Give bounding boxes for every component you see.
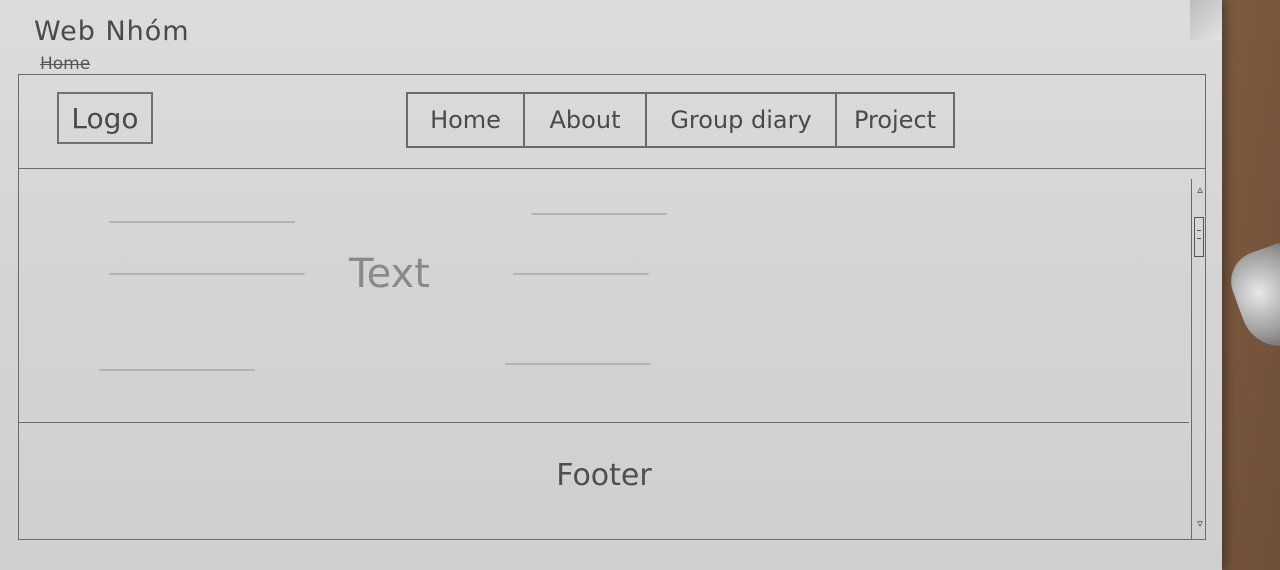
nav-about[interactable]: About <box>525 94 647 146</box>
scroll-up-arrow-icon[interactable]: ▵ <box>1193 181 1207 197</box>
placeholder-text-line <box>109 273 305 275</box>
browser-frame: Logo Home About Group diary Project Text… <box>18 74 1206 540</box>
scroll-down-arrow-icon[interactable]: ▿ <box>1193 515 1207 531</box>
placeholder-text-line <box>505 363 651 365</box>
nav-project[interactable]: Project <box>837 94 953 146</box>
placeholder-text-line <box>531 213 667 215</box>
paper-corner <box>1190 0 1222 40</box>
site-title: Web Nhóm <box>34 16 190 47</box>
logo[interactable]: Logo <box>57 92 153 144</box>
scroll-thumb[interactable] <box>1194 217 1204 257</box>
placeholder-text-line <box>513 273 649 275</box>
site-footer: Footer <box>19 423 1189 539</box>
nav-home[interactable]: Home <box>408 94 525 146</box>
main-nav: Home About Group diary Project <box>406 92 955 148</box>
vertical-scrollbar[interactable]: ▵ ▿ <box>1191 179 1207 539</box>
main-content: Text <box>19 169 1189 423</box>
page-name: Home <box>40 54 91 74</box>
placeholder-text-line <box>109 221 295 223</box>
nav-group-diary[interactable]: Group diary <box>647 94 837 146</box>
wireframe-paper: Web Nhóm Home Logo Home About Group diar… <box>0 0 1222 570</box>
content-text-label: Text <box>349 251 430 297</box>
site-header: Logo Home About Group diary Project <box>19 75 1205 169</box>
placeholder-text-line <box>99 369 255 371</box>
footer-label: Footer <box>556 457 652 493</box>
